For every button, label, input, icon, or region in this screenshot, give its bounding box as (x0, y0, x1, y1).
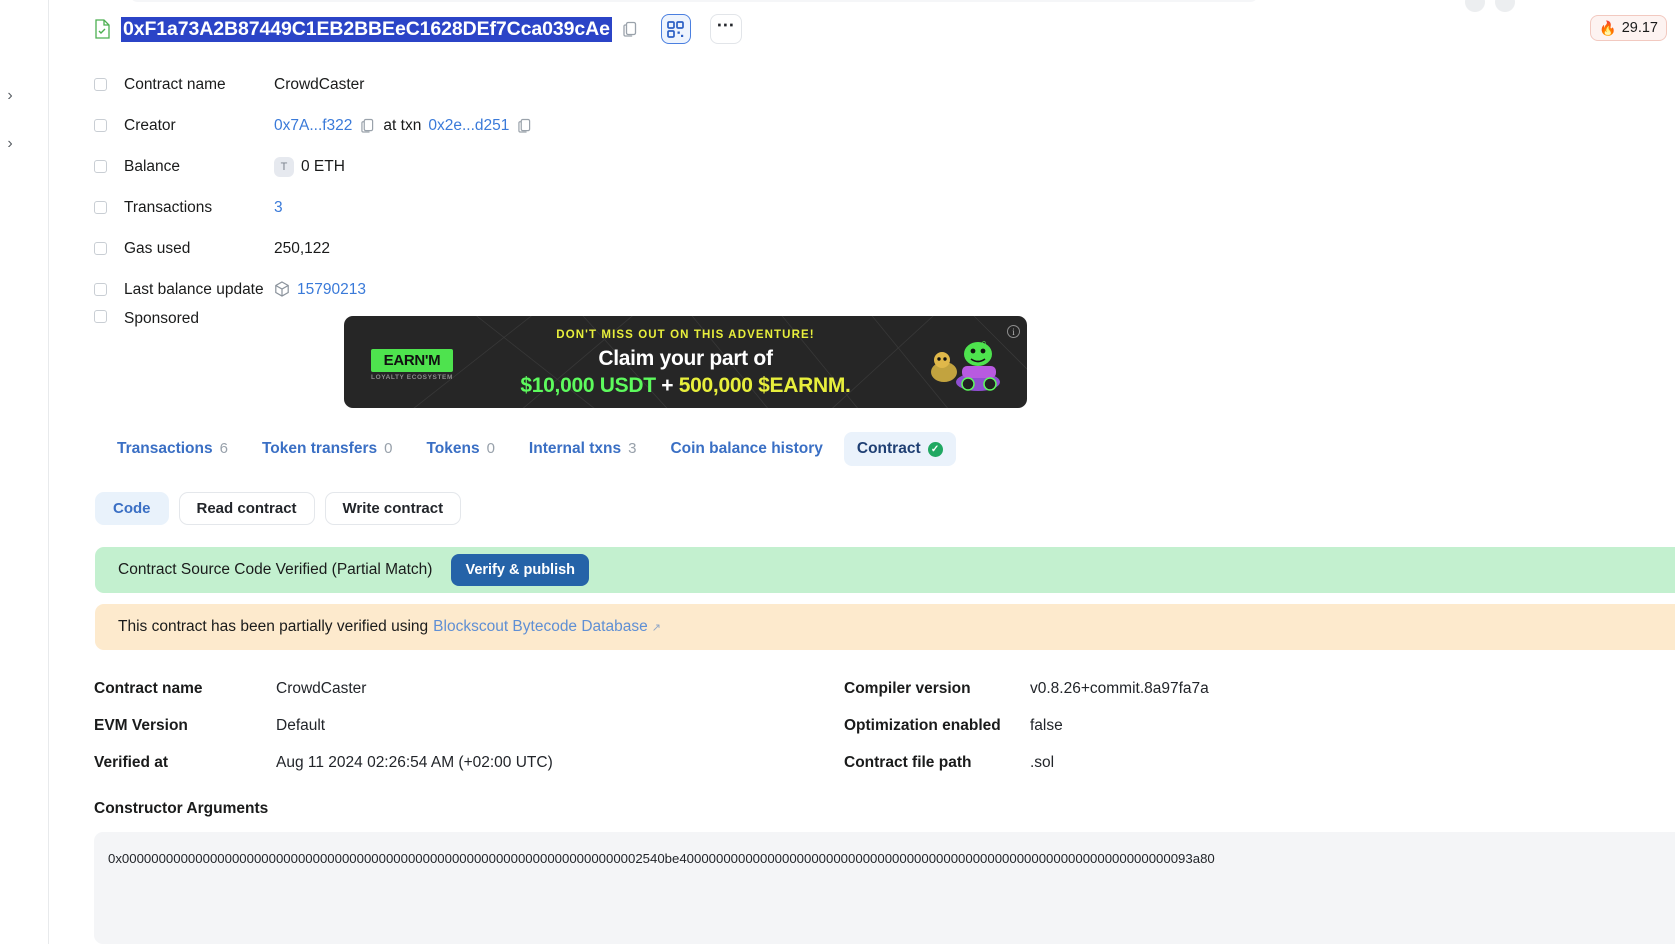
main-content: 0xF1a73A2B87449C1EB2BBEeC1628DEf7Cca039c… (49, 0, 1675, 408)
metadata-value-compiler-version: v0.8.26+commit.8a97fa7a (1030, 679, 1209, 697)
banner-amount2: 500,000 $EARNM. (678, 374, 851, 397)
detail-row-transactions: Transactions 3 (94, 187, 1675, 228)
transactions-count-link[interactable]: 3 (274, 199, 283, 217)
banner-plus: + (661, 374, 674, 397)
tab-label: Tokens (426, 440, 480, 457)
metadata-value-verified-at: Aug 11 2024 02:26:54 AM (+02:00 UTC) (276, 753, 553, 771)
gas-used-value: 250,122 (274, 239, 331, 257)
info-icon[interactable] (94, 160, 107, 173)
info-icon[interactable] (94, 78, 107, 91)
verified-contract-file-icon (94, 19, 111, 39)
banner-amount1: $10,000 USDT (520, 374, 656, 397)
tab-transactions[interactable]: Transactions 6 (104, 432, 241, 466)
info-icon[interactable] (94, 201, 107, 214)
block-cube-icon (274, 281, 290, 298)
metadata-label: Contract file path (844, 753, 972, 771)
external-link-icon: ↗ (651, 621, 661, 634)
contract-metadata-grid: Contract name CrowdCaster Compiler versi… (94, 670, 1574, 781)
metadata-label: Verified at (94, 753, 169, 771)
copy-icon[interactable] (359, 116, 376, 135)
detail-row-creator: Creator 0x7A...f322 at txn 0x2e...d251 (94, 105, 1675, 146)
creation-txn-link[interactable]: 0x2e...d251 (428, 117, 509, 135)
tab-label: Coin balance history (670, 440, 823, 457)
constructor-arguments-title: Constructor Arguments (94, 800, 269, 817)
sidebar-expand-chevron-icon[interactable]: › (0, 86, 20, 106)
tab-internal-txns[interactable]: Internal txns 3 (516, 432, 650, 466)
tab-count: 6 (219, 440, 228, 457)
detail-label: Gas used (124, 239, 191, 257)
contract-details-list: Contract name CrowdCaster Creator 0x7A..… (49, 64, 1675, 351)
detail-label: Creator (124, 116, 176, 134)
detail-row-balance: Balance T 0 ETH (94, 146, 1675, 187)
tab-count: 3 (628, 440, 637, 457)
metadata-row: Verified at Aug 11 2024 02:26:54 AM (+02… (94, 744, 1574, 781)
metadata-label: EVM Version (94, 716, 188, 734)
contract-address[interactable]: 0xF1a73A2B87449C1EB2BBEeC1628DEf7Cca039c… (121, 16, 612, 42)
detail-label: Balance (124, 157, 181, 175)
detail-label: Sponsored (124, 310, 199, 327)
partial-verification-text: This contract has been partially verifie… (118, 618, 429, 635)
address-header-row: 0xF1a73A2B87449C1EB2BBEeC1628DEf7Cca039c… (49, 0, 1675, 50)
tab-contract[interactable]: Contract ✓ (843, 432, 956, 466)
info-icon[interactable] (94, 310, 107, 323)
info-icon[interactable] (94, 242, 107, 255)
tab-coin-balance-history[interactable]: Coin balance history (657, 432, 835, 466)
verify-and-publish-button[interactable]: Verify & publish (451, 554, 590, 586)
contract-subtabs: Code Read contract Write contract (95, 492, 462, 525)
constructor-arguments-box: 0x00000000000000000000000000000000000000… (94, 832, 1675, 944)
banner-artwork-car: 0 (931, 341, 1000, 391)
metadata-label: Compiler version (844, 679, 971, 697)
more-options-icon[interactable]: ⋯ (709, 14, 742, 44)
info-icon[interactable]: i (1007, 325, 1020, 338)
metadata-row: EVM Version Default Optimization enabled… (94, 707, 1574, 744)
verified-source-banner: Contract Source Code Verified (Partial M… (95, 547, 1675, 593)
sidebar-expand-chevron-icon-2[interactable]: › (0, 134, 20, 154)
metadata-value-evm-version: Default (276, 716, 326, 734)
copy-icon[interactable] (516, 116, 533, 135)
bytecode-database-link[interactable]: Blockscout Bytecode Database (433, 618, 648, 636)
qr-code-icon[interactable] (660, 14, 691, 44)
info-icon[interactable] (94, 283, 107, 296)
metadata-label: Contract name (94, 679, 203, 697)
detail-row-gas-used: Gas used 250,122 (94, 228, 1675, 269)
tab-label: Internal txns (528, 440, 622, 457)
detail-row-contract-name: Contract name CrowdCaster (94, 64, 1675, 105)
verified-source-text: Contract Source Code Verified (Partial M… (118, 561, 433, 578)
svg-text:0: 0 (982, 341, 986, 348)
subtab-read-contract[interactable]: Read contract (178, 492, 315, 525)
detail-label: Contract name (124, 75, 226, 93)
info-icon[interactable] (94, 119, 107, 132)
detail-label: Last balance update (124, 280, 264, 298)
tab-count: 0 (384, 440, 393, 457)
tab-label: Transactions (117, 440, 213, 457)
metadata-value-optimization: false (1030, 716, 1063, 734)
tab-label: Contract (856, 440, 921, 457)
balance-value: 0 ETH (301, 157, 345, 175)
partial-verification-banner: This contract has been partially verifie… (95, 604, 1675, 650)
detail-label: Transactions (124, 198, 213, 216)
sponsored-ad-banner[interactable]: EARN'M LOYALTY ECOSYSTEM DON'T MISS OUT … (344, 316, 1027, 408)
metadata-value-contract-name: CrowdCaster (276, 679, 367, 697)
tab-count: 0 (486, 440, 495, 457)
tab-label: Token transfers (261, 440, 378, 457)
subtab-code[interactable]: Code (95, 492, 169, 525)
metadata-value-file-path: .sol (1030, 753, 1055, 771)
detail-row-last-balance-update: Last balance update 15790213 (94, 269, 1675, 310)
contract-page: › › 🔥 29.17 0xF1a73A2B87449C1EB2BBEeC162… (0, 0, 1675, 944)
copy-icon[interactable] (622, 20, 639, 39)
left-sidebar-rail: › › (0, 0, 49, 944)
detail-value-contract-name: CrowdCaster (274, 75, 365, 93)
tab-token-transfers[interactable]: Token transfers 0 (249, 432, 405, 466)
last-balance-block-link[interactable]: 15790213 (297, 281, 366, 299)
at-txn-label: at txn (383, 116, 422, 134)
metadata-label: Optimization enabled (844, 716, 1001, 734)
verified-check-icon: ✓ (927, 441, 943, 457)
subtab-write-contract[interactable]: Write contract (324, 492, 462, 525)
creator-address-link[interactable]: 0x7A...f322 (274, 117, 352, 135)
content-tabs: Transactions 6 Token transfers 0 Tokens … (104, 432, 956, 466)
constructor-arguments-hex[interactable]: 0x00000000000000000000000000000000000000… (108, 849, 1661, 869)
tab-tokens[interactable]: Tokens 0 (413, 432, 507, 466)
token-icon: T (274, 156, 294, 177)
metadata-row: Contract name CrowdCaster Compiler versi… (94, 670, 1574, 707)
